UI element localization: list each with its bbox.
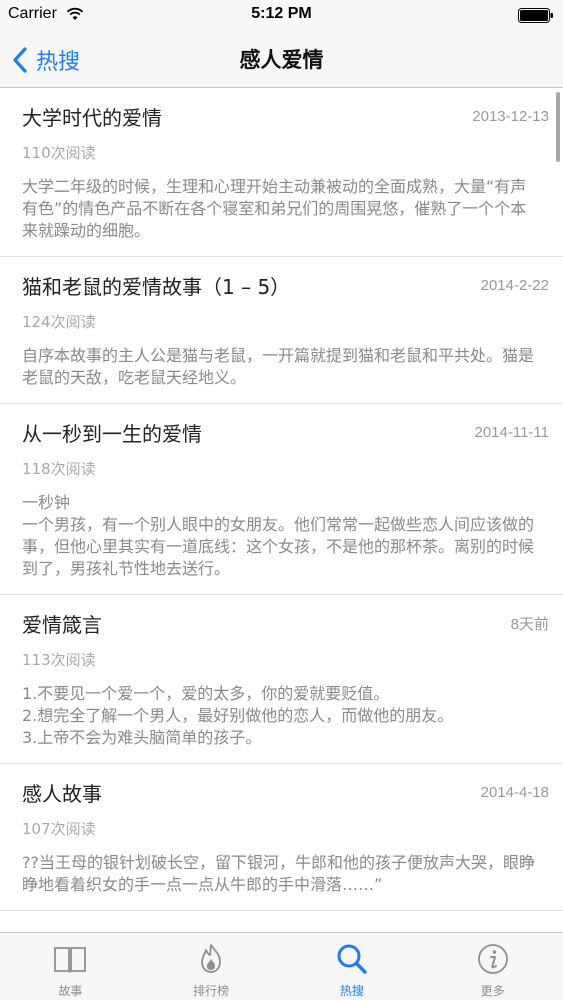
tab-label: 热搜 (339, 984, 364, 998)
list-item[interactable]: 爱情箴言 8天前 113次阅读 1.不要见一个爱一个，爱的太多，你的爱就要贬值。… (0, 595, 563, 764)
page-title: 感人爱情 (239, 48, 324, 72)
article-read-count: 124次阅读 (22, 313, 96, 331)
navigation-bar: 热搜 感人爱情 (0, 32, 563, 88)
scroll-indicator[interactable] (556, 92, 560, 162)
article-excerpt: 一秒钟 一个男孩，有一个别人眼中的女朋友。他们常常一起做些恋人间应该做的事，但他… (22, 493, 535, 578)
flame-icon (201, 944, 222, 973)
article-title: 感人故事 (22, 781, 102, 806)
article-read-count: 113次阅读 (22, 651, 96, 669)
article-date: 2014-2-22 (480, 276, 549, 294)
tab-stories[interactable]: 故事 (0, 933, 141, 1000)
article-read-count: 110次阅读 (22, 144, 96, 162)
article-date: 2013-12-13 (472, 107, 549, 125)
tab-label: 更多 (480, 984, 505, 998)
status-bar: Carrier 5:12 PM (0, 0, 563, 32)
tab-hot-search[interactable]: 热搜 (282, 933, 423, 1000)
article-date: 2014-11-11 (474, 423, 549, 441)
article-date: 8天前 (510, 615, 549, 633)
tab-bar: 故事 排行榜 热搜 更多 (0, 932, 563, 1000)
article-title: 猫和老鼠的爱情故事（1 – 5） (22, 274, 291, 299)
article-title: 爱情箴言 (22, 612, 102, 637)
list-item[interactable]: 猫和老鼠的爱情故事（1 – 5） 2014-2-22 124次阅读 自序本故事的… (0, 257, 563, 404)
tab-label: 排行榜 (193, 984, 230, 998)
article-excerpt: 大学二年级的时候，生理和心理开始主动兼被动的全面成熟，大量“有声有色”的情色产品… (22, 177, 527, 240)
article-excerpt: 自序本故事的主人公是猫与老鼠，一开篇就提到猫和老鼠和平共处。猫是老鼠的天敌，吃老… (22, 346, 535, 387)
info-icon (477, 944, 508, 974)
tab-label: 故事 (58, 984, 83, 998)
tab-ranking[interactable]: 排行榜 (141, 933, 282, 1000)
battery-icon (518, 8, 553, 23)
status-time: 5:12 PM (251, 5, 312, 22)
article-excerpt: 1.不要见一个爱一个，爱的太多，你的爱就要贬值。 2.想完全了解一个男人，最好别… (22, 684, 454, 747)
book-icon (54, 947, 87, 973)
article-title: 从一秒到一生的爱情 (22, 421, 202, 446)
list-item[interactable]: 从一秒到一生的爱情 2014-11-11 118次阅读 一秒钟 一个男孩，有一个… (0, 404, 563, 595)
list-item[interactable]: 感人故事 2014-4-18 107次阅读 ??当王母的银针划破长空，留下银河，… (0, 764, 563, 911)
article-read-count: 107次阅读 (22, 820, 96, 838)
article-date: 2014-4-18 (480, 783, 549, 801)
article-list[interactable]: 大学时代的爱情 2013-12-13 110次阅读 大学二年级的时候，生理和心理… (0, 88, 563, 932)
tab-more[interactable]: 更多 (422, 933, 563, 1000)
article-excerpt: ??当王母的银针划破长空，留下银河，牛郎和他的孩子便放声大哭，眼睁睁地看着织女的… (22, 853, 535, 894)
list-item[interactable]: 大学时代的爱情 2013-12-13 110次阅读 大学二年级的时候，生理和心理… (0, 88, 563, 257)
search-icon (337, 944, 367, 974)
article-title: 大学时代的爱情 (22, 105, 162, 130)
article-read-count: 118次阅读 (22, 460, 96, 478)
